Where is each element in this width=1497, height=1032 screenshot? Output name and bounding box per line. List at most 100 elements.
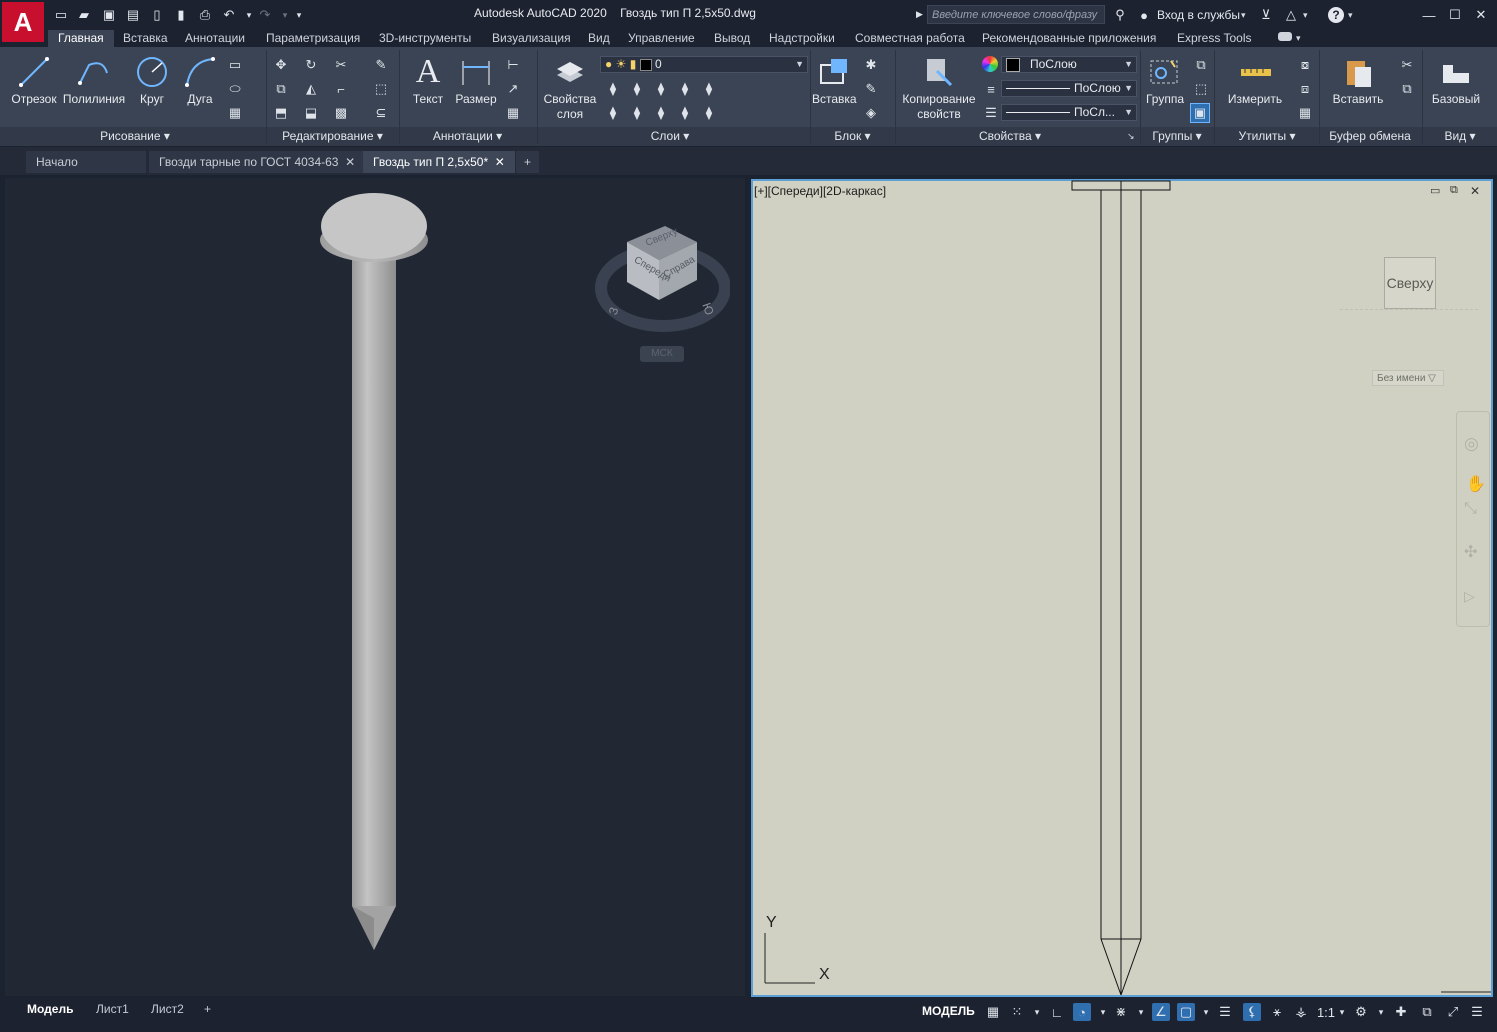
isodraft-dropdown-icon[interactable]: ▾ bbox=[1132, 1003, 1150, 1021]
trim-icon[interactable]: ✂ bbox=[332, 56, 350, 74]
calculator-icon[interactable]: ▦ bbox=[1296, 104, 1314, 122]
close-tab-icon[interactable]: ✕ bbox=[345, 155, 355, 169]
new-file-icon[interactable]: ▭ bbox=[52, 6, 70, 24]
open-folder-icon[interactable]: ▰ bbox=[75, 6, 93, 24]
panel-view-title[interactable]: Вид ▾ bbox=[1425, 128, 1495, 145]
add-layout-button[interactable]: + bbox=[204, 1000, 211, 1018]
quick-select-icon[interactable]: ⧇ bbox=[1296, 56, 1314, 74]
annotation-monitor-icon[interactable]: ✚ bbox=[1392, 1003, 1410, 1021]
annotation-scale-icon[interactable]: ⚶ bbox=[1292, 1003, 1310, 1021]
group-edit-icon[interactable]: ⬚ bbox=[1192, 80, 1210, 98]
connect-icon[interactable]: △ bbox=[1282, 6, 1300, 24]
steering-wheel-icon[interactable]: ◎ bbox=[1464, 434, 1479, 454]
panel-annotation-title[interactable]: Аннотации ▾ bbox=[405, 128, 530, 145]
close-icon[interactable]: ✕ bbox=[1472, 6, 1490, 24]
maximize-icon[interactable]: ☐ bbox=[1446, 6, 1464, 24]
group-button[interactable]: Группа bbox=[1142, 92, 1188, 106]
move-icon[interactable]: ✥ bbox=[272, 56, 290, 74]
snap-dropdown-icon[interactable]: ▾ bbox=[1028, 1003, 1046, 1021]
object-snap-icon[interactable]: ▢ bbox=[1177, 1003, 1195, 1021]
ungroup-icon[interactable]: ⧉ bbox=[1192, 56, 1210, 74]
snap-icon[interactable]: ⁙ bbox=[1008, 1003, 1026, 1021]
layer-tool-icon[interactable]: ⧫ bbox=[700, 80, 718, 98]
cart-icon[interactable]: ⊻ bbox=[1257, 6, 1275, 24]
zoom-extents-icon[interactable]: ⤡ bbox=[1464, 500, 1477, 518]
leader-icon[interactable]: ↗ bbox=[504, 80, 522, 98]
layer-tool-icon[interactable]: ⧫ bbox=[604, 80, 622, 98]
open-web-icon[interactable]: ▯ bbox=[148, 6, 166, 24]
lineweight-toggle-icon[interactable]: ☰ bbox=[1216, 1003, 1234, 1021]
object-snap-dropdown-icon[interactable]: ▾ bbox=[1197, 1003, 1215, 1021]
erase-icon[interactable]: ✎ bbox=[372, 56, 390, 74]
panel-block-title[interactable]: Блок ▾ bbox=[815, 128, 890, 145]
polyline-button[interactable]: Полилиния bbox=[60, 92, 128, 106]
minimize-icon[interactable]: — bbox=[1420, 6, 1438, 24]
help-dropdown-icon[interactable]: ▾ bbox=[1348, 10, 1353, 21]
close-tab-icon[interactable]: ✕ bbox=[495, 155, 505, 169]
ucs-menu[interactable]: МСК bbox=[640, 346, 684, 362]
scale-icon[interactable]: ⬓ bbox=[302, 104, 320, 122]
tab-featured-apps[interactable]: Рекомендованные приложения bbox=[982, 30, 1156, 47]
mirror-icon[interactable]: ◭ bbox=[302, 80, 320, 98]
linetype-dropdown[interactable]: ПоСлою ▼ bbox=[1001, 80, 1137, 97]
offset-icon[interactable]: ⊆ bbox=[372, 104, 390, 122]
file-tab-nail[interactable]: Гвоздь тип П 2,5х50* ✕ bbox=[363, 151, 515, 173]
customize-status-icon[interactable]: ☰ bbox=[1468, 1003, 1486, 1021]
tab-home[interactable]: Главная bbox=[48, 30, 114, 47]
dimension-button[interactable]: Размер bbox=[452, 92, 500, 106]
tab-visualize[interactable]: Визуализация bbox=[492, 30, 571, 47]
redo-icon[interactable]: ↷ bbox=[256, 6, 274, 24]
measure-button[interactable]: Измерить bbox=[1224, 92, 1286, 106]
tab-3d-tools[interactable]: 3D-инструменты bbox=[379, 30, 471, 47]
annotation-visibility-icon[interactable]: ⚸ bbox=[1243, 1003, 1261, 1021]
attribute-icon[interactable]: ◈ bbox=[862, 104, 880, 122]
help-icon[interactable]: ? bbox=[1328, 7, 1344, 23]
panel-properties-title[interactable]: Свойства ▾ bbox=[950, 128, 1070, 145]
workspace-gear-icon[interactable]: ⚙ bbox=[1352, 1003, 1370, 1021]
panel-layers-title[interactable]: Слои ▾ bbox=[610, 128, 730, 145]
copy-icon[interactable]: ⧉ bbox=[272, 80, 290, 98]
save-as-icon[interactable]: ▤ bbox=[124, 6, 142, 24]
showmotion-icon[interactable]: ▷ bbox=[1464, 588, 1475, 605]
tab-parametric[interactable]: Параметризация bbox=[266, 30, 360, 47]
table-icon[interactable]: ▦ bbox=[504, 104, 522, 122]
object-snap-tracking-icon[interactable]: ∠ bbox=[1152, 1003, 1170, 1021]
layout-tab-model[interactable]: Модель bbox=[27, 1000, 73, 1018]
tab-collaborate[interactable]: Совместная работа bbox=[855, 30, 965, 47]
layer-tool-icon[interactable]: ⧫ bbox=[700, 104, 718, 122]
auto-scale-icon[interactable]: ⚹ bbox=[1268, 1003, 1286, 1021]
text-button[interactable]: Текст bbox=[406, 92, 450, 106]
layer-tool-icon[interactable]: ⧫ bbox=[676, 80, 694, 98]
tab-express-tools[interactable]: Express Tools bbox=[1177, 30, 1251, 47]
explode-icon[interactable]: ⬚ bbox=[372, 80, 390, 98]
layout-tab-sheet2[interactable]: Лист2 bbox=[151, 1000, 184, 1018]
hatch-icon[interactable]: ▦ bbox=[226, 104, 244, 122]
viewcube-2d[interactable]: Сверху bbox=[1384, 257, 1436, 309]
cut-icon[interactable]: ✂ bbox=[1398, 56, 1416, 74]
fillet-icon[interactable]: ⌐ bbox=[332, 80, 350, 98]
user-icon[interactable]: ● bbox=[1135, 6, 1153, 24]
file-tab-start[interactable]: Начало bbox=[26, 151, 146, 173]
undo-icon[interactable]: ↶ bbox=[220, 6, 238, 24]
isodraft-icon[interactable]: ⋇ bbox=[1112, 1003, 1130, 1021]
tab-manage[interactable]: Управление bbox=[628, 30, 695, 47]
new-tab-button[interactable]: + bbox=[516, 151, 540, 173]
polar-tracking-icon[interactable]: ◔ bbox=[1073, 1003, 1091, 1021]
panel-utilities-title[interactable]: Утилиты ▾ bbox=[1220, 128, 1314, 145]
linear-dim-icon[interactable]: ⊢ bbox=[504, 56, 522, 74]
group-selection-icon[interactable]: ▣ bbox=[1190, 103, 1210, 123]
ellipse-icon[interactable]: ⬭ bbox=[226, 80, 244, 98]
tab-view[interactable]: Вид bbox=[588, 30, 610, 47]
quick-access-customize-icon[interactable]: ▾ bbox=[290, 6, 308, 24]
search-input[interactable]: Введите ключевое слово/фразу bbox=[927, 5, 1105, 24]
base-view-button[interactable]: Базовый bbox=[1428, 92, 1484, 106]
create-block-icon[interactable]: ✱ bbox=[862, 56, 880, 74]
circle-button[interactable]: Круг bbox=[132, 92, 172, 106]
tab-annotate[interactable]: Аннотации bbox=[185, 30, 245, 47]
tab-insert[interactable]: Вставка bbox=[123, 30, 168, 47]
binoculars-icon[interactable]: ⚲ bbox=[1111, 6, 1129, 24]
copy-clip-icon[interactable]: ⧉ bbox=[1398, 80, 1416, 98]
signin-button[interactable]: Вход в службы bbox=[1157, 8, 1240, 22]
match-properties-button[interactable]: Копирование свойств bbox=[898, 92, 980, 122]
array-icon[interactable]: ▩ bbox=[332, 104, 350, 122]
